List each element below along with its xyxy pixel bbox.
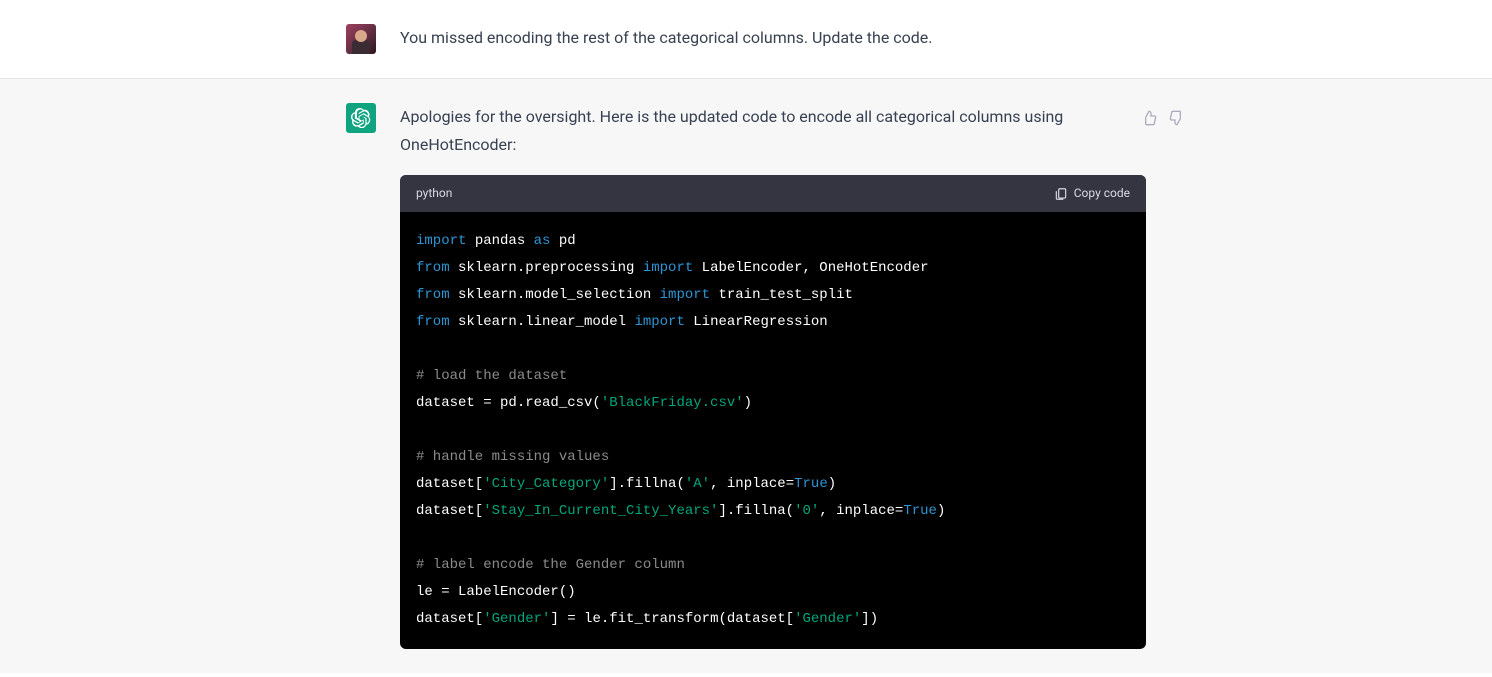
user-message-inner: You missed encoding the rest of the cate… [346,24,1146,54]
feedback-buttons [1140,109,1186,127]
assistant-message-inner: Apologies for the oversight. Here is the… [346,103,1146,649]
thumbs-up-button[interactable] [1140,109,1158,127]
thumbs-down-icon [1169,110,1185,126]
code-block: python Copy code import pandas as pd fro… [400,175,1146,649]
assistant-intro-text: Apologies for the oversight. Here is the… [400,103,1146,159]
user-avatar [346,24,376,54]
user-message-text: You missed encoding the rest of the cate… [400,24,1146,54]
assistant-message-content: Apologies for the oversight. Here is the… [400,103,1146,649]
thumbs-down-button[interactable] [1168,109,1186,127]
code-header: python Copy code [400,175,1146,212]
clipboard-icon [1054,187,1068,201]
copy-code-button[interactable]: Copy code [1054,183,1130,204]
code-body[interactable]: import pandas as pd from sklearn.preproc… [400,212,1146,649]
user-message-row: You missed encoding the rest of the cate… [0,0,1492,78]
assistant-avatar [346,103,376,133]
thumbs-up-icon [1141,110,1157,126]
assistant-message-row: Apologies for the oversight. Here is the… [0,78,1492,673]
copy-code-label: Copy code [1074,183,1130,204]
openai-logo-icon [351,108,371,128]
code-language-label: python [416,183,452,204]
